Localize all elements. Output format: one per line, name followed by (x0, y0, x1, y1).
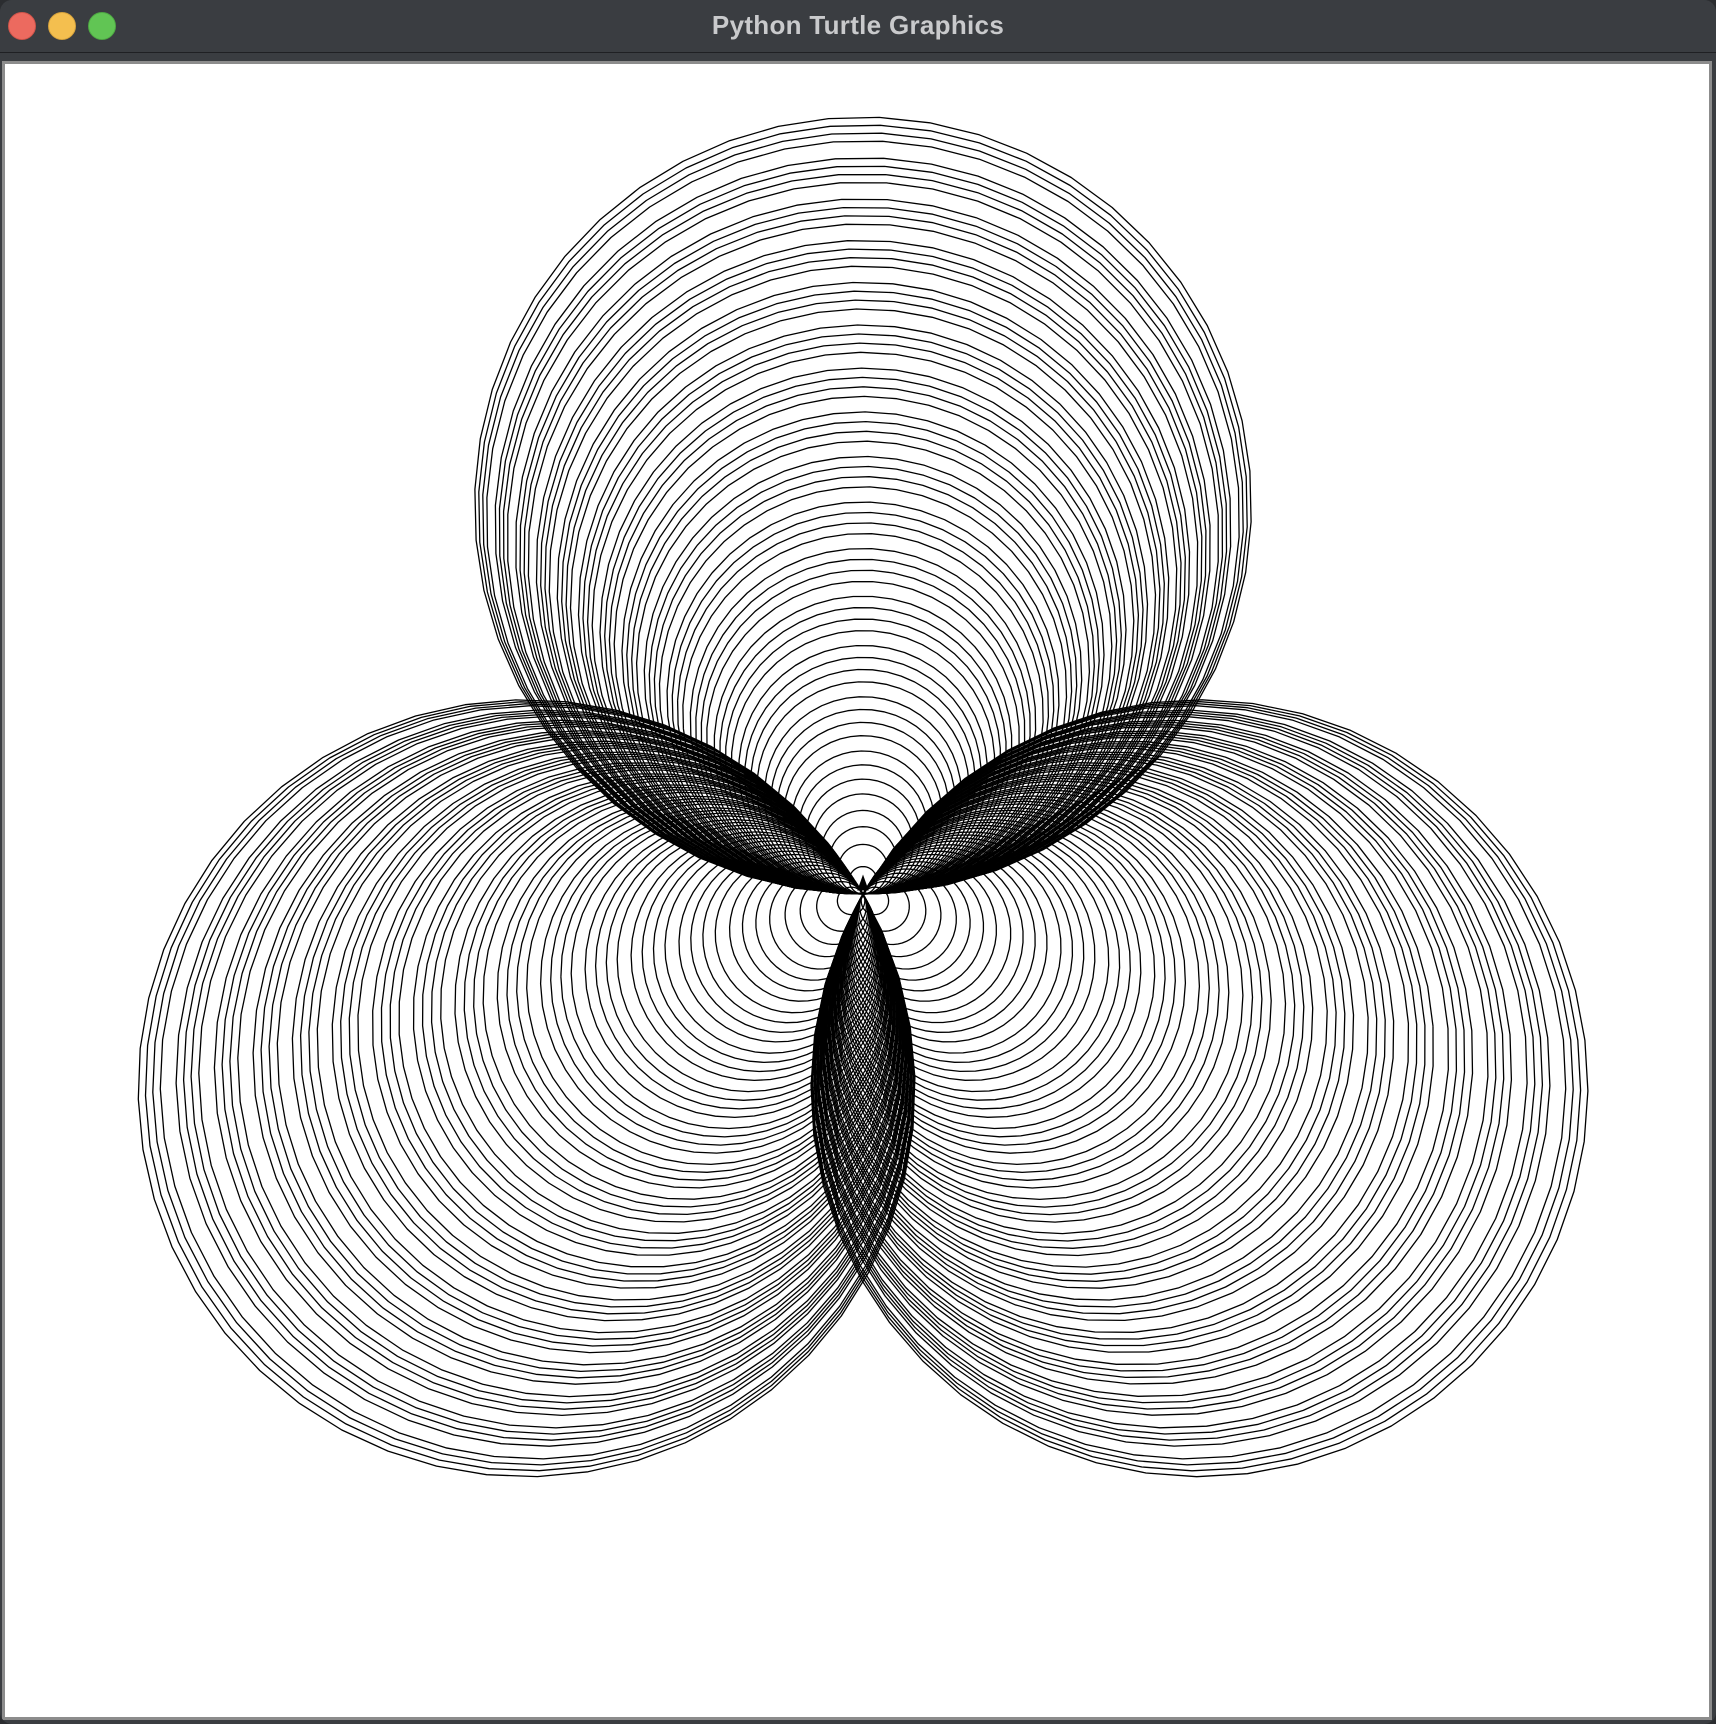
turtle-canvas[interactable] (5, 64, 1709, 1717)
canvas-border (2, 61, 1712, 1720)
spiro-circle (763, 696, 963, 895)
spiro-circle (776, 721, 950, 895)
spiro-circle (790, 750, 936, 895)
turtle-window: Python Turtle Graphics (0, 0, 1716, 1724)
spirograph-drawing (5, 64, 1709, 1717)
window-title: Python Turtle Graphics (711, 10, 1005, 40)
turtle-cursor-icon (857, 874, 869, 891)
spiro-circle (586, 342, 1140, 895)
title-bar[interactable]: Python Turtle Graphics (0, 0, 1716, 53)
